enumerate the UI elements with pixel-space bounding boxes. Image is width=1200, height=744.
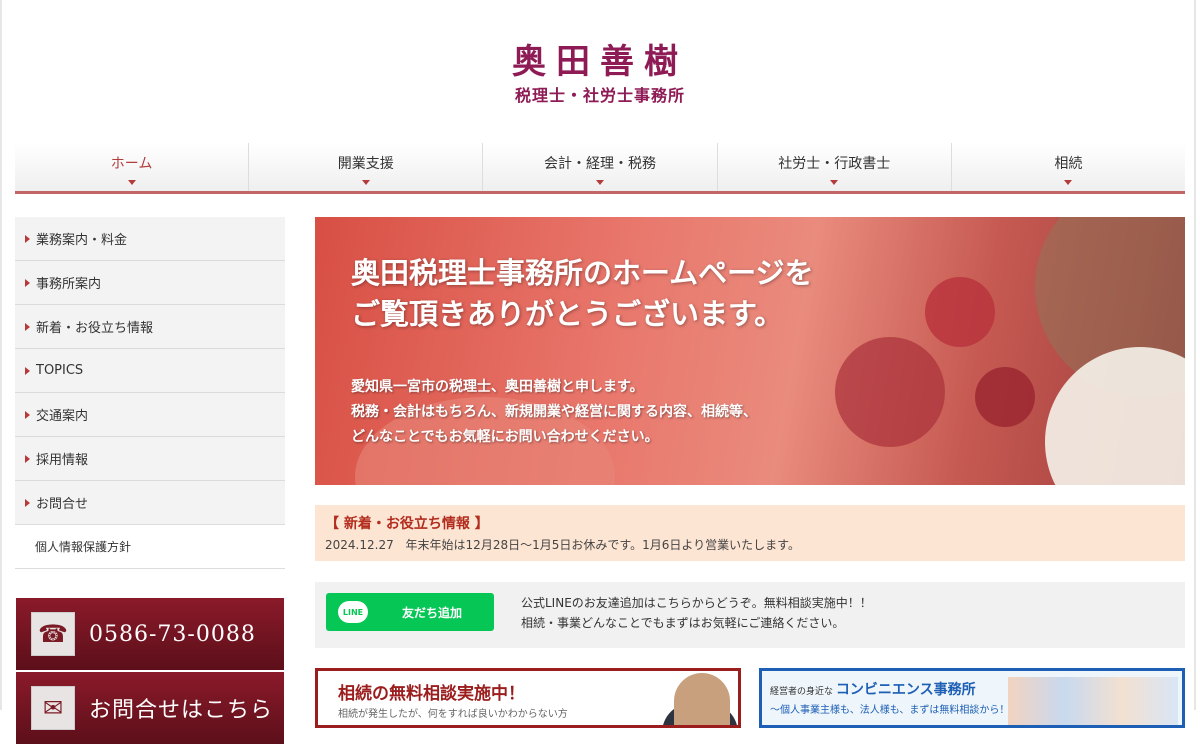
line-text-line: 公式LINEのお友達追加はこちらからどうぞ。無料相談実施中！！ xyxy=(521,596,872,610)
nav-item-label: 相続 xyxy=(1054,156,1083,172)
sidebar-item-privacy[interactable]: 個人情報保護方針 xyxy=(15,525,285,569)
hero-body: 愛知県一宮市の税理士、奥田善樹と申します。 税務・会計はもちろん、新規開業や経営… xyxy=(351,375,757,450)
white-flower-decoration xyxy=(1045,347,1185,485)
line-add-friend-button[interactable]: LINE 友だち追加 xyxy=(326,593,494,631)
sidebar-item-label: 交通案内 xyxy=(36,409,89,424)
global-nav: ホーム 開業支援 会計・経理・税務 社労士・行政書士 相続 xyxy=(15,143,1185,194)
caret-down-icon xyxy=(596,180,604,185)
sidebar-item-label: 事務所案内 xyxy=(36,277,102,292)
person-face xyxy=(674,673,730,725)
contact-label: お問合せはこちら xyxy=(89,698,274,723)
sidebar-item-office[interactable]: 事務所案内 xyxy=(15,261,285,305)
banner-title-text: コンビニエンス事務所 xyxy=(835,682,976,698)
caret-down-icon xyxy=(127,180,136,185)
caret-down-icon xyxy=(830,180,839,185)
news-title: 【 新着・お役立ち情報 】 xyxy=(325,516,489,532)
hero-body-line: 愛知県一宮市の税理士、奥田善樹と申します。 xyxy=(351,379,644,395)
hero-heading-line: 奥田税理士事務所のホームページを xyxy=(351,256,814,290)
sidebar-item-label: 業務案内・料金 xyxy=(36,233,128,248)
sidebar-item-label: TOPICS xyxy=(36,363,84,378)
hero-heading-line: ご覧頂きありがとうございます。 xyxy=(351,297,784,331)
mail-icon: ✉ xyxy=(31,686,75,730)
nav-item-label: 会計・経理・税務 xyxy=(544,156,656,172)
sidebar-item-label: 新着・お役立ち情報 xyxy=(36,321,154,336)
arrow-right-icon xyxy=(25,278,30,287)
sidebar-item-access[interactable]: 交通案内 xyxy=(15,393,285,437)
sidebar: 業務案内・料金 事務所案内 新着・お役立ち情報 TOPICS 交通案内 採用情報… xyxy=(15,217,285,569)
convenience-office-banner[interactable]: 経営者の身近な コンビニエンス事務所 ～個人事業主様も、法人様も、まずは無料相談… xyxy=(759,668,1185,728)
phone-cta[interactable]: ☎ 0586-73-0088 xyxy=(16,598,284,670)
news-item[interactable]: 2024.12.27 年末年始は12月28日～1月5日お休みです。1月6日より営… xyxy=(325,536,1175,553)
line-text-line: 相続・事業どんなことでもまずはお気軽にご連絡ください。 xyxy=(521,616,845,630)
nav-item-inheritance[interactable]: 相続 xyxy=(952,143,1185,191)
nav-item-label: 開業支援 xyxy=(337,156,394,172)
berry-decoration xyxy=(925,277,995,347)
sidebar-item-recruit[interactable]: 採用情報 xyxy=(15,437,285,481)
banner-prefix: 経営者の身近な xyxy=(770,687,834,697)
nav-item-home[interactable]: ホーム xyxy=(15,143,250,191)
berry-decoration xyxy=(975,367,1035,427)
nav-item-label: 社労士・行政書士 xyxy=(778,156,891,172)
banner-title: 経営者の身近な コンビニエンス事務所 xyxy=(770,679,976,699)
arrow-right-icon xyxy=(25,322,30,331)
sidebar-item-services[interactable]: 業務案内・料金 xyxy=(15,217,285,261)
nav-item-startup[interactable]: 開業支援 xyxy=(249,143,484,191)
banner-subtitle: 相続が発生したが、何をすれば良いかわからない方 xyxy=(338,709,568,720)
contact-cta[interactable]: ✉ お問合せはこちら xyxy=(16,672,284,744)
caret-down-icon xyxy=(361,180,370,185)
arrow-right-icon xyxy=(25,234,30,243)
nav-item-labor[interactable]: 社労士・行政書士 xyxy=(718,143,952,191)
banner-title: 相続の無料相談実施中！ xyxy=(338,684,525,704)
sidebar-item-news[interactable]: 新着・お役立ち情報 xyxy=(15,305,285,349)
staff-photo xyxy=(1008,677,1178,725)
line-button-label: 友だち追加 xyxy=(402,605,463,620)
phone-icon: ☎ xyxy=(31,612,75,656)
berry-decoration xyxy=(835,337,945,447)
sidebar-item-topics[interactable]: TOPICS xyxy=(15,349,285,393)
arrow-right-icon xyxy=(25,410,30,419)
sidebar-item-contact[interactable]: お問合せ xyxy=(15,481,285,525)
caret-down-icon xyxy=(1064,180,1073,185)
line-description: 公式LINEのお友達追加はこちらからどうぞ。無料相談実施中！！ 相続・事業どんな… xyxy=(521,593,872,633)
inheritance-consult-banner[interactable]: 相続の無料相談実施中！ 相続が発生したが、何をすれば良いかわからない方 xyxy=(315,668,741,728)
arrow-right-icon xyxy=(25,366,30,375)
banner-subtitle: ～個人事業主様も、法人様も、まずは無料相談から！～ xyxy=(770,705,1020,716)
nav-item-accounting[interactable]: 会計・経理・税務 xyxy=(483,143,718,191)
news-section: 【 新着・お役立ち情報 】 2024.12.27 年末年始は12月28日～1月5… xyxy=(315,505,1185,561)
news-date: 2024.12.27 xyxy=(325,538,394,552)
sidebar-item-label: お問合せ xyxy=(36,497,89,512)
phone-number: 0586-73-0088 xyxy=(89,621,256,647)
arrow-right-icon xyxy=(25,454,30,463)
hero-banner: 奥田税理士事務所のホームページを ご覧頂きありがとうございます。 愛知県一宮市の… xyxy=(315,217,1185,485)
arrow-right-icon xyxy=(25,498,30,507)
hero-heading: 奥田税理士事務所のホームページを ご覧頂きありがとうございます。 xyxy=(351,253,814,335)
hero-body-line: 税務・会計はもちろん、新規開業や経営に関する内容、相続等、 xyxy=(351,404,757,420)
sidebar-item-label: 採用情報 xyxy=(36,453,89,468)
nav-item-label: ホーム xyxy=(110,156,153,172)
site-logo-subtitle: 税理士・社労士事務所 xyxy=(514,86,685,105)
news-text: 年末年始は12月28日～1月5日お休みです。1月6日より営業いたします。 xyxy=(405,538,800,552)
hero-body-line: どんなことでもお気軽にお問い合わせください。 xyxy=(351,429,659,445)
sidebar-item-label: 個人情報保護方針 xyxy=(35,540,132,554)
site-logo-title[interactable]: 奥田善樹 xyxy=(0,34,1200,83)
line-logo-icon: LINE xyxy=(338,601,368,623)
line-section: LINE 友だち追加 公式LINEのお友達追加はこちらからどうぞ。無料相談実施中… xyxy=(315,582,1185,648)
